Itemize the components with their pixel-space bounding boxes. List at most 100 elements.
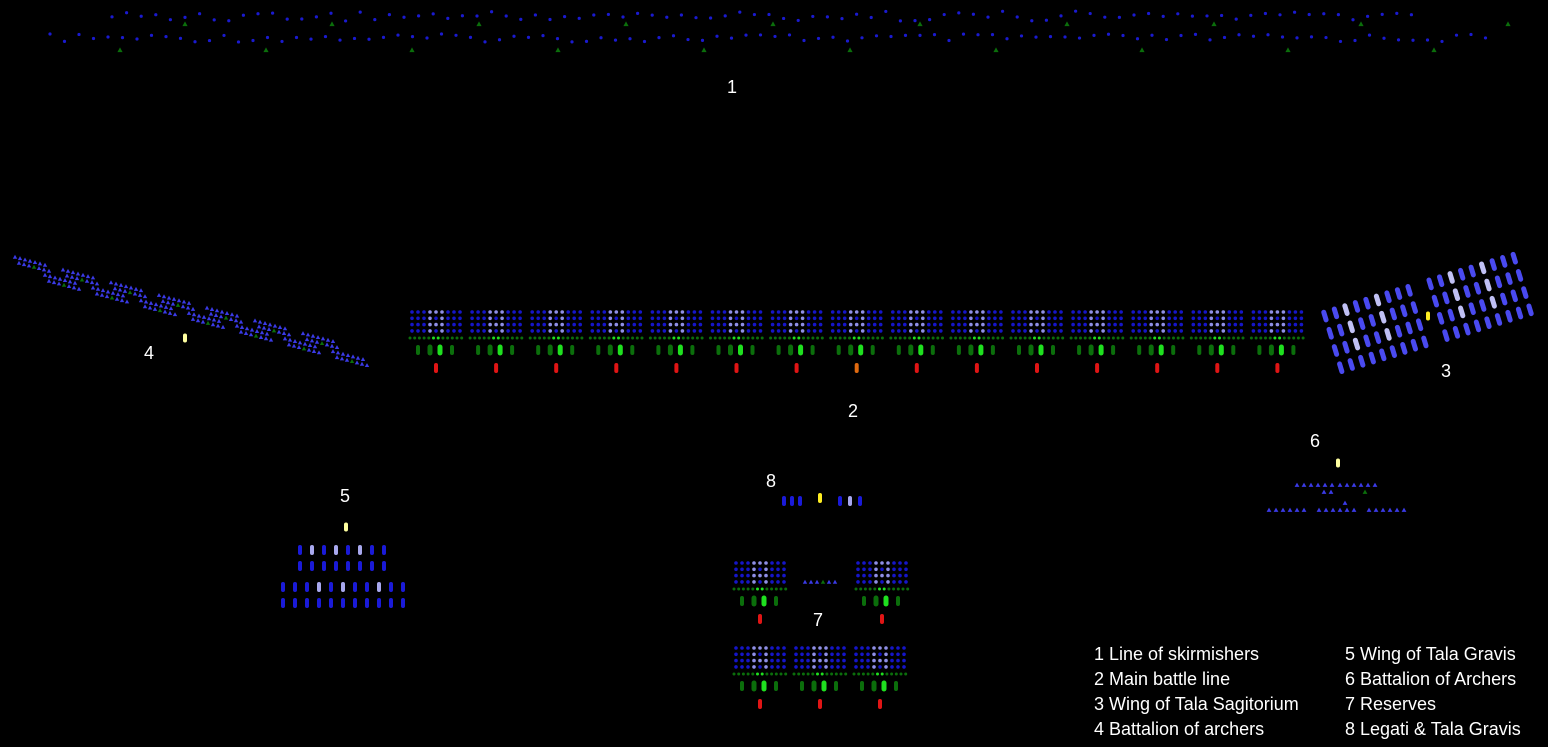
skirmisher-dot <box>686 37 690 42</box>
soldier-dot <box>1299 329 1304 333</box>
soldier-dot <box>842 665 846 669</box>
archer-marker <box>335 350 341 355</box>
line-officer-dot <box>890 672 894 676</box>
soldier-dot <box>987 316 991 321</box>
archer-marker <box>72 280 78 285</box>
cavalry-marker <box>858 496 862 506</box>
soldier-dot <box>686 316 691 321</box>
soldier-dot <box>836 329 841 333</box>
soldier-dot <box>1047 329 1051 333</box>
soldier-dot <box>470 322 474 327</box>
skirmisher-dot <box>1263 11 1267 16</box>
soldier-dot <box>1293 316 1298 321</box>
soldier-dot <box>1179 316 1183 321</box>
line-officer-dot <box>598 336 602 340</box>
soldier-dot <box>590 316 595 321</box>
archer-marker <box>36 266 42 271</box>
line-officer-dot <box>1134 336 1138 340</box>
soldier-dot <box>806 658 810 663</box>
line-officer-dot <box>839 672 843 676</box>
soldier-dot <box>872 329 877 333</box>
skirmisher-dot <box>869 15 873 20</box>
line-officer-dot <box>931 336 935 340</box>
line-officer-dot <box>658 336 662 340</box>
horse-archer-marker <box>1394 287 1403 300</box>
line-officer-dot <box>882 587 886 591</box>
soldier-dot <box>1191 310 1196 314</box>
soldier-dot <box>1107 310 1111 314</box>
skirmisher-dot <box>642 39 647 44</box>
line-officer-dot <box>783 336 787 340</box>
skirmisher-dot <box>1063 35 1067 39</box>
soldier-dot <box>1221 322 1226 327</box>
skirmisher-dot <box>855 12 859 16</box>
line-officer-dot <box>473 336 477 340</box>
cavalry-marker <box>317 582 321 592</box>
skirmisher-dot <box>555 37 560 41</box>
archer-marker <box>168 306 174 311</box>
centurion-marker <box>1137 345 1142 355</box>
soldier-dot <box>1209 329 1214 333</box>
line-officer-dot <box>787 336 791 340</box>
soldier-dot <box>476 322 480 327</box>
soldier-dot <box>452 310 456 314</box>
archer-marker <box>186 300 192 305</box>
soldier-dot <box>1089 322 1093 327</box>
centurion-marker <box>800 681 804 691</box>
centurion-marker <box>774 596 778 606</box>
soldier-dot <box>800 665 804 669</box>
archer-marker <box>211 317 217 322</box>
skirmisher-dot <box>884 9 888 14</box>
soldier-dot <box>1239 310 1244 314</box>
signifer-marker <box>821 680 827 692</box>
soldier-dot <box>488 322 492 327</box>
archer-marker <box>808 579 814 584</box>
soldier-dot <box>1023 310 1027 314</box>
line-officer-dot <box>520 336 524 340</box>
skirmisher-dot <box>265 35 270 40</box>
line-officer-dot <box>492 336 496 340</box>
soldier-dot <box>752 580 756 584</box>
centurion-marker <box>751 680 757 692</box>
skirmisher-dot <box>903 33 908 37</box>
soldier-dot <box>548 316 552 321</box>
soldier-dot <box>981 316 985 321</box>
line-officer-dot <box>691 336 695 340</box>
skirmisher-dot <box>913 19 917 23</box>
horse-archer-marker <box>1384 290 1392 304</box>
soldier-dot <box>1059 322 1063 327</box>
line-officer-dot <box>1301 336 1305 340</box>
archer-marker <box>147 305 153 310</box>
archer-marker <box>297 340 303 345</box>
horse-archer-marker <box>1421 335 1429 349</box>
signifer-marker <box>761 595 767 607</box>
soldier-dot <box>1011 310 1015 314</box>
commander-marker <box>1095 363 1100 373</box>
skirmisher-dot <box>961 32 966 36</box>
archer-marker <box>176 298 182 303</box>
archer-marker <box>238 319 244 324</box>
soldier-dot <box>915 322 919 327</box>
archer-marker <box>132 291 138 296</box>
soldier-dot <box>716 310 721 314</box>
line-officer-dot <box>1056 336 1060 340</box>
horse-archer-marker <box>1394 324 1403 338</box>
soldier-dot <box>758 580 762 584</box>
archer-marker <box>1294 482 1300 487</box>
commander-marker <box>794 363 799 373</box>
horse-archer-marker <box>1342 340 1350 354</box>
horse-archer-marker <box>1400 304 1408 318</box>
skirmisher-dot <box>932 33 937 37</box>
archer-marker <box>57 276 63 281</box>
skirmisher-dot <box>125 11 129 15</box>
line-officer-dot <box>876 672 879 676</box>
horse-archer-marker <box>1405 283 1413 297</box>
soldier-dot <box>1095 316 1099 321</box>
line-officer-dot <box>528 336 532 340</box>
soldier-dot <box>1077 316 1081 321</box>
soldier-dot <box>872 322 877 327</box>
soldier-dot <box>1041 316 1045 321</box>
horse-archer-marker <box>1473 319 1482 333</box>
line-officer-dot <box>863 587 867 591</box>
archer-marker <box>117 287 123 292</box>
